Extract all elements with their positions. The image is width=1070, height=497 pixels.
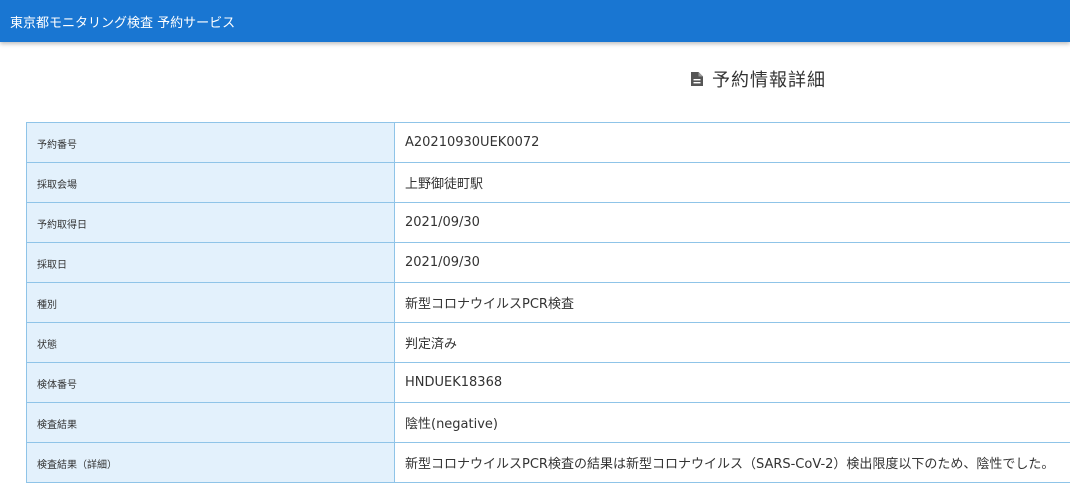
reservation-detail-table: 予約番号 A20210930UEK0072 採取会場 上野御徒町駅 予約取得日 … [26, 122, 1070, 483]
detail-value: 上野御徒町駅 [394, 162, 1070, 203]
detail-value: 新型コロナウイルスPCR検査 [394, 282, 1070, 323]
page-title: 予約情報詳細 [712, 70, 826, 91]
detail-value: A20210930UEK0072 [394, 122, 1070, 163]
detail-row-type: 種別 新型コロナウイルスPCR検査 [26, 282, 1070, 323]
detail-label: 検査結果 [26, 402, 395, 443]
detail-row-reservation-number: 予約番号 A20210930UEK0072 [26, 122, 1070, 163]
detail-label: 採取日 [26, 242, 395, 283]
app-bar: 東京都モニタリング検査 予約サービス [0, 0, 1070, 42]
detail-label: 予約取得日 [26, 202, 395, 243]
detail-value: 陰性(negative) [394, 402, 1070, 443]
detail-label: 状態 [26, 322, 395, 363]
detail-row-collection-date: 採取日 2021/09/30 [26, 242, 1070, 283]
detail-value: 2021/09/30 [394, 202, 1070, 243]
detail-label: 検査結果（詳細） [26, 442, 395, 483]
detail-row-collection-site: 採取会場 上野御徒町駅 [26, 162, 1070, 203]
detail-label: 予約番号 [26, 122, 395, 163]
detail-row-reservation-date: 予約取得日 2021/09/30 [26, 202, 1070, 243]
detail-value: HNDUEK18368 [394, 362, 1070, 403]
detail-row-test-result-detail: 検査結果（詳細） 新型コロナウイルスPCR検査の結果は新型コロナウイルス（SAR… [26, 442, 1070, 483]
detail-row-test-result: 検査結果 陰性(negative) [26, 402, 1070, 443]
page-heading: 予約情報詳細 [690, 66, 826, 92]
app-title: 東京都モニタリング検査 予約サービス [10, 15, 236, 31]
detail-row-status: 状態 判定済み [26, 322, 1070, 363]
detail-label: 採取会場 [26, 162, 395, 203]
detail-row-specimen-number: 検体番号 HNDUEK18368 [26, 362, 1070, 403]
detail-label: 検体番号 [26, 362, 395, 403]
detail-value: 判定済み [394, 322, 1070, 363]
detail-label: 種別 [26, 282, 395, 323]
document-icon [690, 71, 704, 87]
detail-value: 2021/09/30 [394, 242, 1070, 283]
detail-value: 新型コロナウイルスPCR検査の結果は新型コロナウイルス（SARS-CoV-2）検… [394, 442, 1070, 483]
